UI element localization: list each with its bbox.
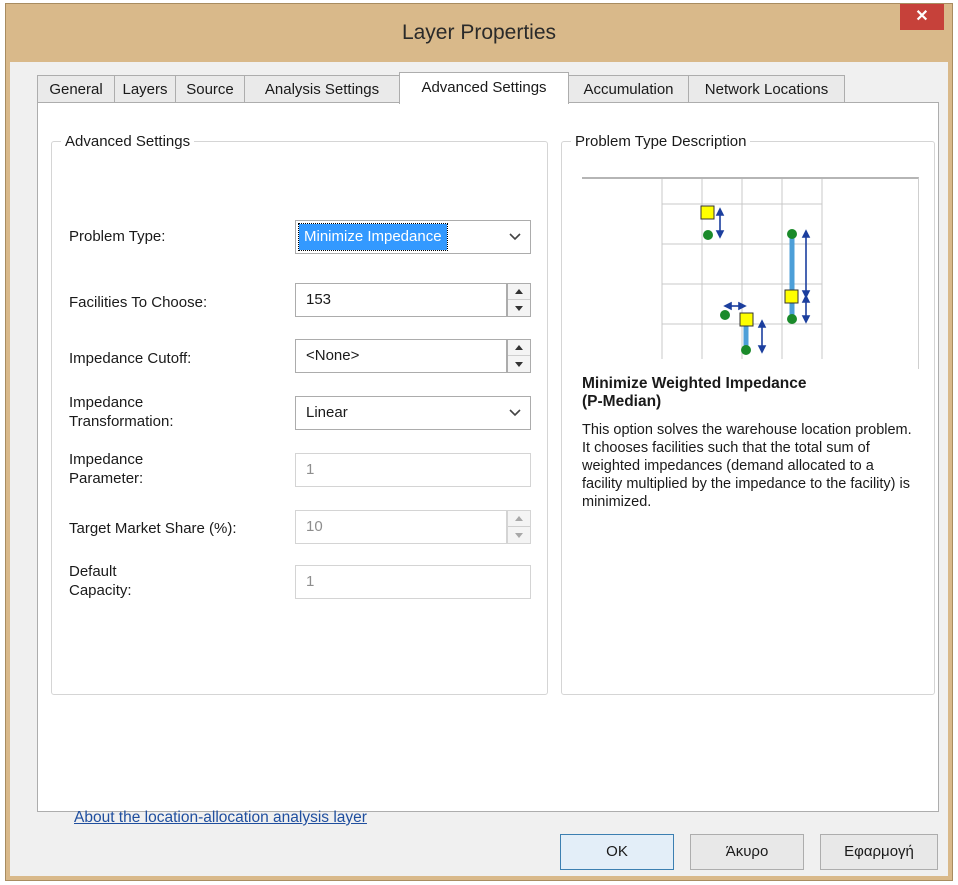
- chevron-down-icon: [508, 397, 522, 429]
- ok-button[interactable]: OK: [560, 834, 674, 870]
- market-share-stepper[interactable]: [507, 510, 531, 544]
- tab-analysis-settings[interactable]: Analysis Settings: [244, 75, 400, 103]
- advanced-settings-legend: Advanced Settings: [65, 133, 191, 150]
- advanced-settings-panel: Advanced Settings Problem Type: Minimize…: [37, 102, 939, 826]
- transformation-label-line2: Transformation:: [69, 413, 174, 430]
- arrow-down-icon[interactable]: [508, 300, 530, 316]
- apply-button[interactable]: Εφαρμογή: [820, 834, 938, 870]
- cutoff-label: Impedance Cutoff:: [69, 350, 192, 367]
- parameter-label-line1: Impedance: [69, 451, 144, 468]
- cutoff-stepper[interactable]: [507, 339, 531, 373]
- tab-network-locations[interactable]: Network Locations: [688, 75, 845, 103]
- description-title-line2: (P-Median): [582, 393, 662, 410]
- parameter-input[interactable]: 1: [295, 453, 531, 487]
- transformation-label: Impedance Transformation:: [69, 393, 173, 431]
- problem-type-diagram: [582, 177, 919, 369]
- close-icon: ✕: [915, 8, 929, 25]
- chevron-down-icon: [508, 221, 522, 253]
- problem-type-label: Problem Type:: [69, 228, 166, 245]
- description-title-line1: Minimize Weighted Impedance: [582, 375, 807, 392]
- cutoff-input[interactable]: <None>: [295, 339, 507, 373]
- transformation-value: Linear: [306, 404, 348, 421]
- parameter-label: Impedance Parameter:: [69, 450, 143, 488]
- arrow-down-icon[interactable]: [508, 356, 530, 372]
- cancel-button[interactable]: Άκυρο: [690, 834, 804, 870]
- window-title: Layer Properties: [401, 21, 557, 44]
- tab-accumulation[interactable]: Accumulation: [568, 75, 689, 103]
- arrow-down-icon[interactable]: [508, 527, 530, 543]
- problem-type-value: Minimize Impedance: [298, 223, 448, 251]
- transformation-label-line1: Impedance: [69, 394, 144, 411]
- problem-description-group: Problem Type Description Minimize Weight…: [561, 133, 935, 695]
- arrow-up-icon[interactable]: [508, 511, 530, 527]
- description-title: Minimize Weighted Impedance (P-Median): [582, 375, 807, 411]
- market-share-input[interactable]: 10: [295, 510, 507, 544]
- dialog-client: General Layers Source Analysis Settings …: [10, 62, 948, 876]
- tab-general[interactable]: General: [37, 75, 115, 103]
- tab-layers[interactable]: Layers: [114, 75, 176, 103]
- p-median-diagram-graphic: [661, 179, 823, 359]
- parameter-label-line2: Parameter:: [69, 470, 144, 487]
- about-location-allocation-link[interactable]: About the location-allocation analysis l…: [74, 809, 367, 827]
- description-text: This option solves the warehouse locatio…: [582, 422, 912, 510]
- arrow-up-icon[interactable]: [508, 340, 530, 356]
- facilities-label: Facilities To Choose:: [69, 294, 208, 311]
- problem-description-legend: Problem Type Description: [575, 133, 747, 150]
- facilities-stepper[interactable]: [507, 283, 531, 317]
- capacity-input[interactable]: 1: [295, 565, 531, 599]
- problem-type-combo[interactable]: Minimize Impedance: [295, 220, 531, 254]
- capacity-label-line1: Default: [69, 563, 117, 580]
- facilities-input[interactable]: 153: [295, 283, 507, 317]
- layer-properties-window: Layer Properties ✕ General Layers Source…: [5, 3, 953, 881]
- tab-advanced-settings[interactable]: Advanced Settings: [399, 72, 569, 104]
- tab-source[interactable]: Source: [175, 75, 245, 103]
- market-share-label: Target Market Share (%):: [69, 520, 237, 537]
- capacity-label-line2: Capacity:: [69, 582, 132, 599]
- transformation-combo[interactable]: Linear: [295, 396, 531, 430]
- capacity-label: Default Capacity:: [69, 562, 132, 600]
- arrow-up-icon[interactable]: [508, 284, 530, 300]
- close-button[interactable]: ✕: [900, 4, 944, 30]
